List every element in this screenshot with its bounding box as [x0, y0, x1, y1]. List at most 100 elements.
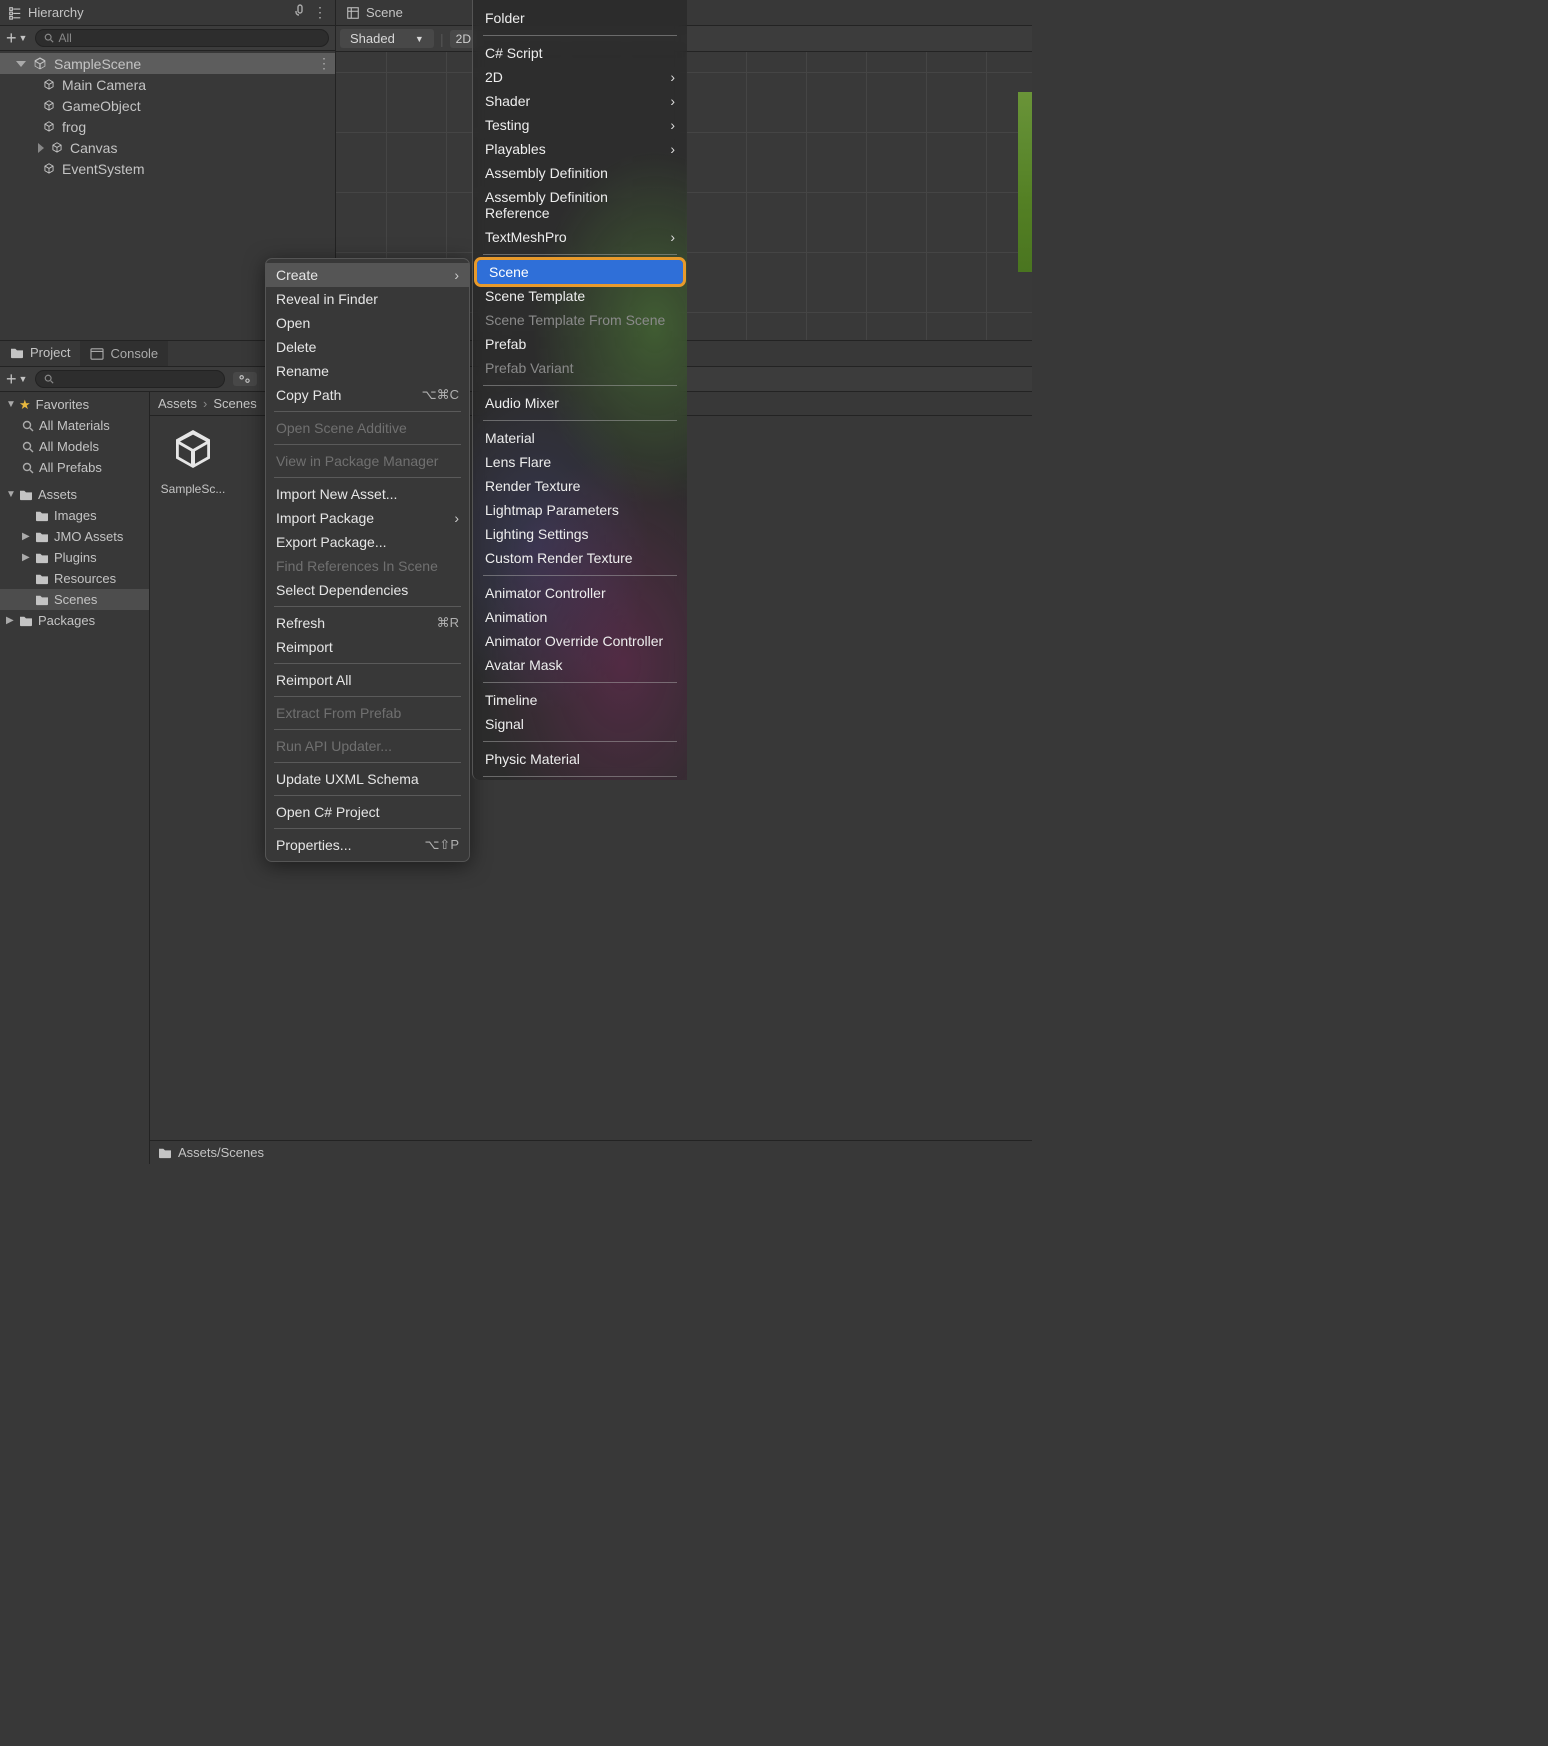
hierarchy-item[interactable]: frog: [0, 116, 335, 137]
menu-item[interactable]: Import New Asset...: [266, 482, 469, 506]
menu-item[interactable]: Open C# Project: [266, 800, 469, 824]
menu-item[interactable]: Copy Path⌥⌘C: [266, 383, 469, 407]
chevron-right-icon: ›: [670, 69, 675, 85]
hierarchy-search-input[interactable]: All: [35, 29, 329, 47]
submenu-item[interactable]: Animation: [473, 605, 687, 629]
menu-item-label: Rename: [276, 363, 329, 379]
submenu-item[interactable]: Prefab: [473, 332, 687, 356]
menu-item[interactable]: Export Package...: [266, 530, 469, 554]
breadcrumb-scenes[interactable]: Scenes: [213, 396, 256, 411]
chevron-down-icon[interactable]: ▼: [6, 489, 14, 500]
unity-scene-icon: [167, 424, 219, 476]
submenu-item[interactable]: Playables›: [473, 137, 687, 161]
asset-folder-item[interactable]: Resources: [0, 568, 149, 589]
gameobject-icon: [50, 141, 64, 155]
submenu-item[interactable]: Material: [473, 426, 687, 450]
menu-item-label: Extract From Prefab: [276, 705, 401, 721]
menu-item[interactable]: Select Dependencies: [266, 578, 469, 602]
menu-item[interactable]: Reveal in Finder: [266, 287, 469, 311]
submenu-item[interactable]: Scene Template: [473, 284, 687, 308]
favorite-item[interactable]: All Materials: [0, 415, 149, 436]
chevron-right-icon[interactable]: [38, 143, 44, 153]
menu-item[interactable]: Properties...⌥⇧P: [266, 833, 469, 857]
packages-section[interactable]: ▶ Packages: [0, 610, 149, 631]
submenu-item[interactable]: TextMeshPro›: [473, 225, 687, 249]
chevron-down-icon[interactable]: [16, 61, 26, 67]
submenu-item[interactable]: Assembly Definition: [473, 161, 687, 185]
console-tab[interactable]: Console: [80, 341, 168, 366]
submenu-item[interactable]: Physic Material: [473, 747, 687, 771]
submenu-item[interactable]: Signal: [473, 712, 687, 736]
shading-dropdown[interactable]: Shaded ▼: [340, 29, 434, 48]
menu-item[interactable]: Refresh⌘R: [266, 611, 469, 635]
chevron-down-icon[interactable]: ▼: [6, 399, 14, 410]
menu-item[interactable]: Update UXML Schema: [266, 767, 469, 791]
submenu-item[interactable]: Custom Render Texture: [473, 546, 687, 570]
menu-item-label: Create: [276, 267, 318, 283]
submenu-item[interactable]: Lighting Settings: [473, 522, 687, 546]
hierarchy-create-button[interactable]: +▼: [6, 32, 27, 44]
chevron-right-icon[interactable]: ▶: [22, 552, 30, 563]
submenu-item[interactable]: Lightmap Parameters: [473, 498, 687, 522]
menu-item[interactable]: Rename: [266, 359, 469, 383]
menu-item[interactable]: Reimport: [266, 635, 469, 659]
scene-tab[interactable]: Scene: [336, 1, 413, 24]
chevron-right-icon[interactable]: ▶: [22, 531, 30, 542]
submenu-item[interactable]: Avatar Mask: [473, 653, 687, 677]
asset-folder-item[interactable]: ▶Plugins: [0, 547, 149, 568]
kebab-icon[interactable]: ⋮: [313, 4, 327, 21]
submenu-item[interactable]: Animator Controller: [473, 581, 687, 605]
submenu-item[interactable]: Timeline: [473, 688, 687, 712]
menu-separator: [483, 420, 677, 421]
detach-icon[interactable]: [293, 4, 305, 21]
filter-by-type-button[interactable]: [233, 372, 257, 386]
hierarchy-item[interactable]: Canvas: [0, 137, 335, 158]
submenu-item[interactable]: Testing›: [473, 113, 687, 137]
hierarchy-item[interactable]: GameObject: [0, 95, 335, 116]
menu-separator: [274, 477, 461, 478]
menu-separator: [274, 729, 461, 730]
menu-item[interactable]: Import Package›: [266, 506, 469, 530]
menu-item[interactable]: Delete: [266, 335, 469, 359]
kebab-icon[interactable]: ⋮: [317, 55, 331, 72]
asset-scene-item[interactable]: SampleSc...: [158, 424, 228, 1132]
favorite-item[interactable]: All Models: [0, 436, 149, 457]
favorite-item[interactable]: All Prefabs: [0, 457, 149, 478]
submenu-item[interactable]: Folder: [473, 6, 687, 30]
favorites-section[interactable]: ▼ ★ Favorites: [0, 394, 149, 415]
submenu-item[interactable]: Assembly Definition Reference: [473, 185, 687, 225]
search-icon: [44, 33, 54, 43]
submenu-item[interactable]: Render Texture: [473, 474, 687, 498]
path-bar: Assets/Scenes: [150, 1140, 1032, 1164]
assets-section[interactable]: ▼ Assets: [0, 484, 149, 505]
menu-item[interactable]: Reimport All: [266, 668, 469, 692]
submenu-item[interactable]: Audio Mixer: [473, 391, 687, 415]
project-tab[interactable]: Project: [0, 341, 80, 366]
submenu-item[interactable]: Scene: [477, 260, 683, 284]
menu-item[interactable]: Open: [266, 311, 469, 335]
submenu-item[interactable]: Animator Override Controller: [473, 629, 687, 653]
submenu-item[interactable]: Lens Flare: [473, 450, 687, 474]
submenu-item[interactable]: Shader›: [473, 89, 687, 113]
submenu-item-label: Prefab Variant: [485, 360, 573, 376]
submenu-item[interactable]: 2D›: [473, 65, 687, 89]
project-create-button[interactable]: +▼: [6, 373, 27, 385]
breadcrumb-assets[interactable]: Assets: [158, 396, 197, 411]
hierarchy-item[interactable]: Main Camera: [0, 74, 335, 95]
submenu-item-label: Audio Mixer: [485, 395, 559, 411]
hierarchy-tab[interactable]: Hierarchy ⋮: [0, 0, 335, 26]
asset-folder-item[interactable]: Images: [0, 505, 149, 526]
project-search-input[interactable]: [35, 370, 225, 388]
submenu-item-label: Lightmap Parameters: [485, 502, 619, 518]
hierarchy-item[interactable]: EventSystem: [0, 158, 335, 179]
submenu-item-label: Lighting Settings: [485, 526, 589, 542]
menu-separator: [274, 696, 461, 697]
asset-folder-item[interactable]: Scenes: [0, 589, 149, 610]
chevron-right-icon[interactable]: ▶: [6, 615, 14, 626]
hierarchy-item-label: Canvas: [70, 140, 117, 156]
hierarchy-scene-row[interactable]: SampleScene ⋮: [0, 53, 335, 74]
asset-folder-item[interactable]: ▶JMO Assets: [0, 526, 149, 547]
hierarchy-item-label: GameObject: [62, 98, 141, 114]
menu-item[interactable]: Create›: [266, 263, 469, 287]
submenu-item[interactable]: C# Script: [473, 41, 687, 65]
